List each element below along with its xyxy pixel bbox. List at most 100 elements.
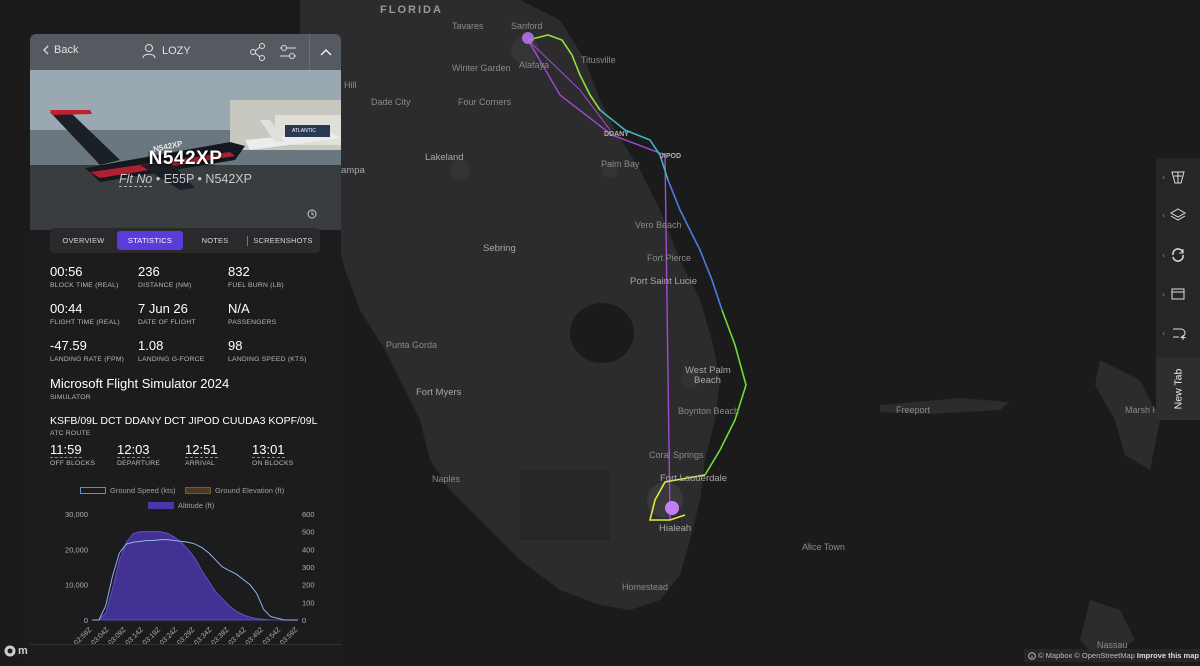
label-hill: Hill: [344, 80, 357, 90]
separator-2: •: [197, 172, 202, 186]
time-label: OFF BLOCKS: [50, 460, 96, 467]
route-add-button[interactable]: ‹: [1156, 314, 1200, 352]
time-label: ARRIVAL: [185, 460, 215, 467]
info-icon[interactable]: [1028, 651, 1036, 660]
tab-statistics[interactable]: STATISTICS: [117, 231, 183, 250]
stat-value: 98: [228, 338, 243, 353]
label-freeport: Freeport: [896, 405, 931, 415]
label-hialeah: Hialeah: [659, 523, 692, 534]
tab-screenshots[interactable]: SCREENSHOTS: [248, 231, 318, 250]
stat-passengers: N/A PASSENGERS: [228, 301, 276, 326]
stat-flight-time: 00:44 FLIGHT TIME (REAL): [50, 301, 120, 326]
layers-button[interactable]: ‹: [1156, 196, 1200, 234]
time-value[interactable]: 11:59: [50, 442, 82, 458]
label-florida: FLORIDA: [380, 4, 443, 16]
mapbox-logo[interactable]: m: [4, 645, 28, 657]
share-icon[interactable]: [249, 42, 267, 62]
stat-value: 7 Jun 26: [138, 301, 188, 316]
layers-icon: [1170, 208, 1186, 221]
aircraft-registration: N542XP: [148, 148, 223, 169]
y-left-tick-label: 20,000: [65, 545, 88, 554]
chevron-left-icon: ‹: [1162, 210, 1166, 220]
chevron-left-icon: ‹: [1162, 328, 1166, 338]
flight-number-field[interactable]: Flt No: [119, 172, 153, 187]
y-right-tick-label: 200: [302, 581, 315, 590]
runway-icon: [1171, 171, 1185, 184]
waypoint-jipod[interactable]: JIPOD: [660, 153, 681, 160]
time-off-blocks: 11:59 OFF BLOCKS: [50, 442, 95, 467]
aircraft-type: E55P: [163, 172, 195, 186]
stat-value: 1.08: [138, 338, 164, 353]
stat-landing-speed: 98 LANDING SPEED (KTS): [228, 338, 307, 363]
hero-sign: ATLANTIC: [292, 128, 316, 134]
flight-detail-panel: Back LOZY N542XP ATLANTIC N542XP Flt No …: [30, 34, 341, 662]
refresh-icon: [1172, 248, 1184, 262]
label-sebring: Sebring: [483, 243, 516, 254]
legend-ground-speed[interactable]: Ground Speed (kts): [80, 486, 175, 495]
chevron-left-icon: ‹: [1162, 172, 1166, 182]
user-icon: [142, 43, 156, 59]
new-tab-button[interactable]: New Tab: [1156, 358, 1200, 420]
stat-label: SIMULATOR: [50, 394, 91, 401]
stat-label: FUEL BURN (LB): [228, 282, 284, 289]
stat-fuel-burn: 832 FUEL BURN (LB): [228, 264, 284, 289]
legend-label: Ground Elevation (ft): [215, 486, 285, 495]
stat-atc-route: KSFB/09L DCT DDANY DCT JIPOD CUUDA3 KOPF…: [50, 415, 317, 437]
altitude-area: [92, 531, 298, 621]
route-add-icon: [1173, 328, 1186, 340]
lake-okeechobee: [570, 303, 634, 363]
clock-icon[interactable]: [307, 209, 317, 219]
mapbox-logo-icon: [4, 645, 16, 657]
refresh-button[interactable]: ‹: [1156, 236, 1200, 274]
user-link[interactable]: LOZY: [142, 43, 191, 59]
label-punta-gorda: Punta Gorda: [386, 340, 438, 350]
username: LOZY: [162, 45, 191, 57]
label-vero-beach: Vero Beach: [635, 220, 682, 230]
new-tab-label: New Tab: [1171, 368, 1184, 410]
flight-profile-chart[interactable]: 30,00020,00010,0000600500400300200100002…: [48, 502, 328, 644]
stat-distance: 236 DISTANCE (NM): [138, 264, 191, 289]
time-on-blocks: 13:01 ON BLOCKS: [252, 442, 293, 467]
route-tool-button[interactable]: ‹: [1156, 158, 1200, 196]
aircraft-marker: [665, 501, 679, 515]
waypoint-ddany[interactable]: DDANY: [604, 131, 629, 138]
y-right-tick-label: 600: [302, 510, 315, 519]
time-value[interactable]: 12:51: [185, 442, 218, 458]
settings-sliders-icon[interactable]: [278, 42, 298, 62]
attribution-osm[interactable]: © OpenStreetMap: [1074, 651, 1135, 660]
collapse-panel-button[interactable]: [309, 34, 341, 70]
window-button[interactable]: ‹: [1156, 275, 1200, 313]
stat-value: 236: [138, 264, 160, 279]
label-sanford: Sanford: [511, 21, 543, 31]
stat-label: PASSENGERS: [228, 319, 277, 326]
stat-label: DISTANCE (NM): [138, 282, 192, 289]
tab-notes[interactable]: NOTES: [183, 231, 247, 250]
stat-label: ATC ROUTE: [50, 430, 91, 437]
label-naples: Naples: [432, 474, 461, 484]
stat-date: 7 Jun 26 DATE OF FLIGHT: [138, 301, 196, 326]
stat-value: -47.59: [50, 338, 87, 353]
label-boynton-beach: Boynton Beach: [678, 406, 740, 416]
y-left-tick-label: 10,000: [65, 581, 88, 590]
time-value[interactable]: 12:03: [117, 442, 150, 458]
time-value[interactable]: 13:01: [252, 442, 285, 458]
flight-subline: Flt No • E55P • N542XP: [30, 172, 341, 187]
tab-overview[interactable]: OVERVIEW: [50, 231, 117, 250]
time-label: ON BLOCKS: [252, 460, 294, 467]
back-button[interactable]: Back: [42, 44, 78, 56]
separator-1: •: [155, 172, 161, 186]
callsign: N542XP: [205, 172, 252, 186]
y-left-tick-label: 30,000: [65, 510, 88, 519]
attribution-mapbox[interactable]: © Mapbox: [1038, 651, 1072, 660]
legend-ground-elevation[interactable]: Ground Elevation (ft): [185, 486, 284, 495]
label-fort-pierce: Fort Pierce: [647, 253, 692, 263]
y-right-tick-label: 100: [302, 598, 315, 607]
label-alice-town: Alice Town: [802, 542, 845, 552]
y-right-tick-label: 300: [302, 563, 315, 572]
window-icon: [1171, 288, 1185, 300]
legend-swatch: [80, 487, 106, 494]
label-winter-garden: Winter Garden: [452, 63, 511, 73]
improve-map-link[interactable]: Improve this map: [1137, 651, 1199, 660]
label-fort-lauderdale: Fort Lauderdale: [660, 473, 728, 484]
time-arrival: 12:51 ARRIVAL: [185, 442, 218, 467]
